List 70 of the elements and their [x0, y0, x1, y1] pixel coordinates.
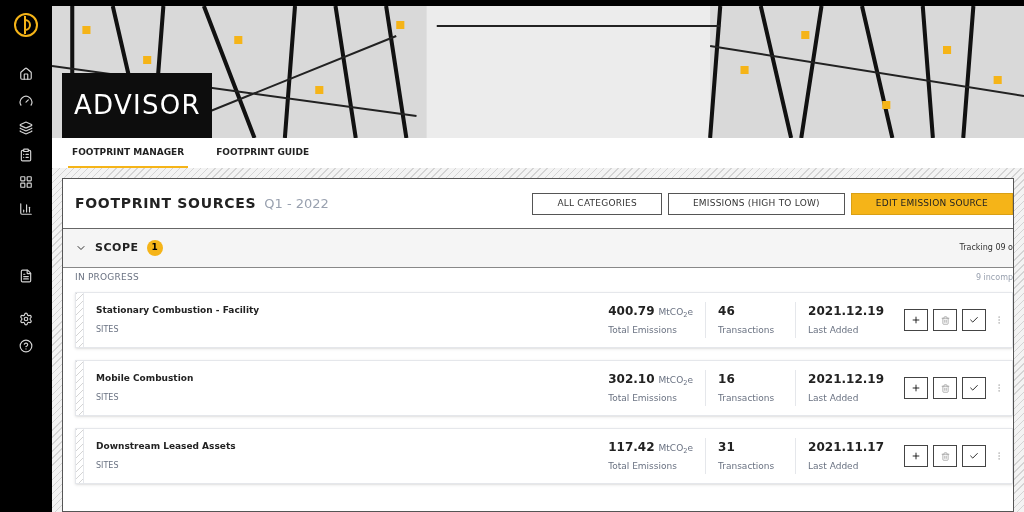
hatch-strip: [76, 361, 84, 415]
source-name: Downstream Leased Assets: [96, 440, 237, 454]
filter-button[interactable]: ALL CATEGORIES: [532, 192, 662, 215]
stat-value: 400.79: [608, 303, 655, 321]
category-label: SITES: [96, 391, 120, 404]
status-label: IN PROGRESS: [75, 271, 139, 285]
logo-icon: [13, 12, 39, 38]
add-button[interactable]: [904, 445, 928, 467]
approve-button[interactable]: [962, 445, 986, 467]
layers-icon[interactable]: [19, 121, 33, 135]
stat-label: Total Emissions: [608, 460, 678, 474]
app-title: ADVISOR: [74, 89, 201, 122]
add-button[interactable]: [904, 309, 928, 331]
bar-chart-icon[interactable]: [19, 202, 33, 216]
unit-label: MtCO$_{2}$e: [658, 374, 694, 388]
period-label: Q1 - 2022: [264, 195, 329, 213]
settings-icon[interactable]: [19, 312, 33, 326]
section-title: FOOTPRINT SOURCES: [75, 194, 257, 213]
hatch-strip: [76, 429, 84, 483]
stat-value: 302.10: [608, 371, 655, 389]
category-label: SITES: [96, 459, 120, 472]
plus-icon: [911, 383, 921, 393]
stat-value: 2021.11.17: [808, 439, 884, 457]
plus-icon: [911, 315, 921, 325]
stat-label: Last Added: [808, 324, 860, 338]
tracking-text: Tracking 09 o: [959, 242, 1013, 254]
stat-label: Last Added: [808, 460, 860, 474]
stat-label: Last Added: [808, 392, 860, 406]
category-label: SITES: [96, 323, 120, 336]
stat-label: Transactions: [718, 324, 776, 338]
stat-label: Total Emissions: [608, 324, 678, 338]
delete-button[interactable]: [933, 309, 957, 331]
check-icon: [969, 383, 979, 393]
stat-value: 31: [718, 439, 735, 457]
hatch-strip: [76, 293, 84, 347]
add-button[interactable]: [904, 377, 928, 399]
check-icon: [969, 451, 979, 461]
stat-value: 2021.12.19: [808, 303, 884, 321]
unit-label: MtCO$_{2}$e: [658, 306, 694, 320]
stat-label: Total Emissions: [608, 392, 678, 406]
delete-button[interactable]: [933, 377, 957, 399]
stat-value: 46: [718, 303, 735, 321]
help-icon[interactable]: [19, 339, 33, 353]
trash-icon: [940, 451, 950, 461]
stat-value: 2021.12.19: [808, 371, 884, 389]
approve-button[interactable]: [962, 377, 986, 399]
document-icon[interactable]: [19, 269, 33, 283]
clipboard-icon[interactable]: [19, 148, 33, 162]
trash-icon: [940, 315, 950, 325]
scope-label: SCOPE: [95, 239, 139, 256]
source-name: Mobile Combustion: [96, 372, 195, 386]
source-name: Stationary Combustion - Facility: [96, 304, 261, 318]
home-icon[interactable]: [19, 67, 33, 81]
check-icon: [969, 315, 979, 325]
trash-icon: [940, 383, 950, 393]
approve-button[interactable]: [962, 309, 986, 331]
stat-label: Transactions: [718, 392, 776, 406]
gauge-icon[interactable]: [19, 94, 33, 108]
stat-value: 117.42: [608, 439, 655, 457]
grid-icon[interactable]: [19, 175, 33, 189]
filter-button[interactable]: EMISSIONS (HIGH TO LOW): [667, 192, 845, 215]
stat-label: Transactions: [718, 460, 776, 474]
stat-value: 16: [718, 371, 735, 389]
filter-button[interactable]: EDIT EMISSION SOURCE: [850, 192, 1013, 215]
count-badge: 1: [146, 240, 163, 256]
delete-button[interactable]: [933, 445, 957, 467]
unit-label: MtCO$_{2}$e: [658, 442, 694, 456]
tab[interactable]: FOOTPRINT GUIDE: [212, 145, 314, 168]
plus-icon: [911, 451, 921, 461]
incomplete-count: 9 incomp: [975, 272, 1013, 284]
